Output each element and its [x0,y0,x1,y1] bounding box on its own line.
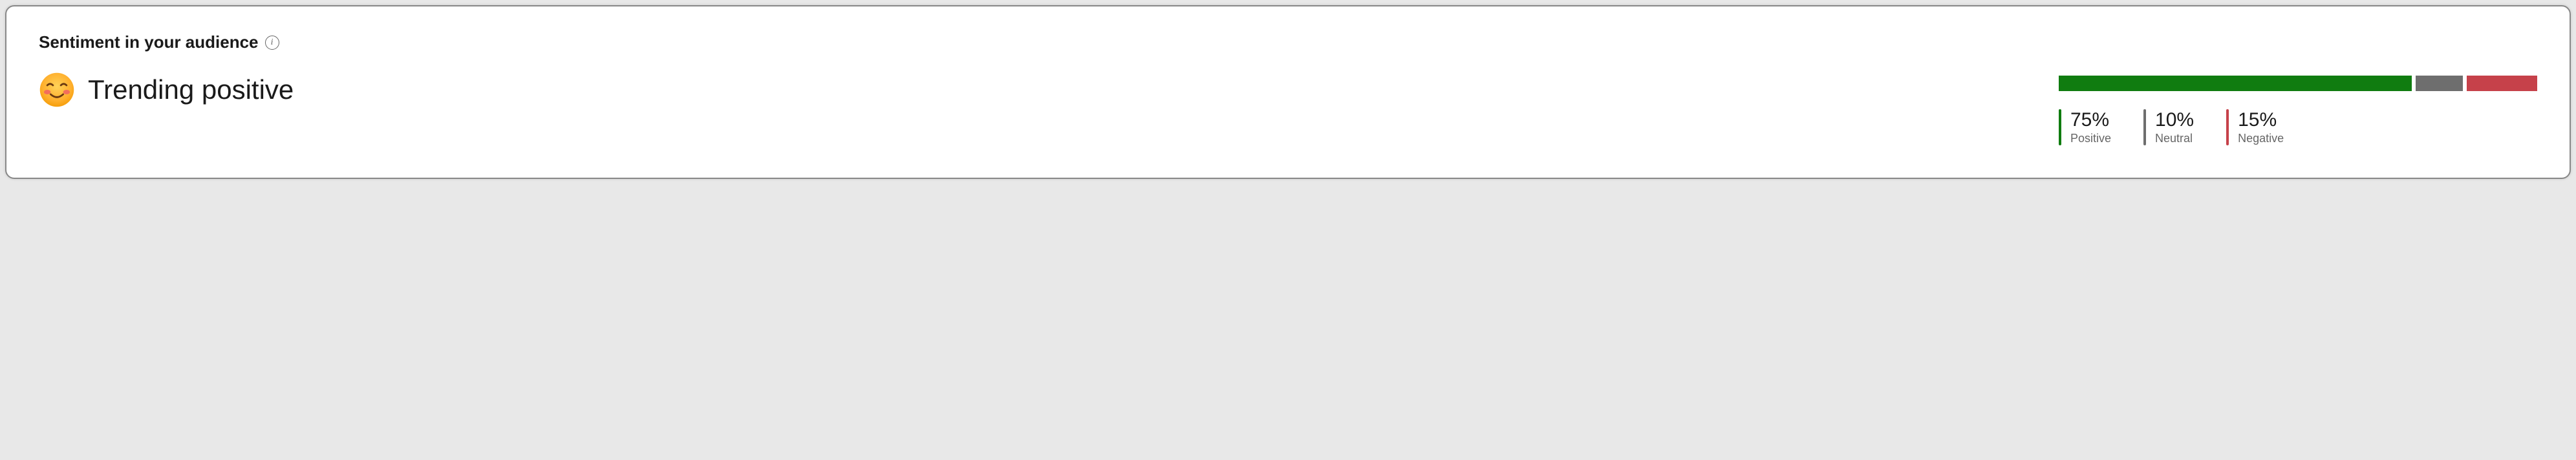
legend-value-negative: 15% [2238,109,2284,131]
legend: 75% Positive 10% Neutral 15% Negative [2059,109,2537,145]
legend-item-positive: 75% Positive [2059,109,2111,145]
legend-label-positive: Positive [2070,132,2111,145]
legend-item-negative: 15% Negative [2226,109,2284,145]
legend-tick-positive [2059,109,2061,145]
bar-segment-neutral [2416,76,2463,91]
card-title: Sentiment in your audience [39,32,259,52]
card-header: Sentiment in your audience i [39,32,2537,52]
legend-value-neutral: 10% [2155,109,2194,131]
bar-segment-negative [2467,76,2537,91]
smile-blush-icon [39,72,75,108]
legend-label-neutral: Neutral [2155,132,2194,145]
trend-label: Trending positive [88,74,294,105]
legend-label-negative: Negative [2238,132,2284,145]
legend-tick-neutral [2143,109,2146,145]
stacked-bar [2059,76,2537,91]
sentiment-card: Sentiment in your audience i T [5,5,2571,179]
legend-item-neutral: 10% Neutral [2143,109,2194,145]
info-icon[interactable]: i [265,36,279,50]
trend-summary: Trending positive [39,72,294,108]
sentiment-chart: 75% Positive 10% Neutral 15% Negative [2059,72,2537,145]
legend-value-positive: 75% [2070,109,2111,131]
legend-tick-negative [2226,109,2229,145]
bar-segment-positive [2059,76,2412,91]
card-content: Trending positive 75% Positive [39,72,2537,145]
